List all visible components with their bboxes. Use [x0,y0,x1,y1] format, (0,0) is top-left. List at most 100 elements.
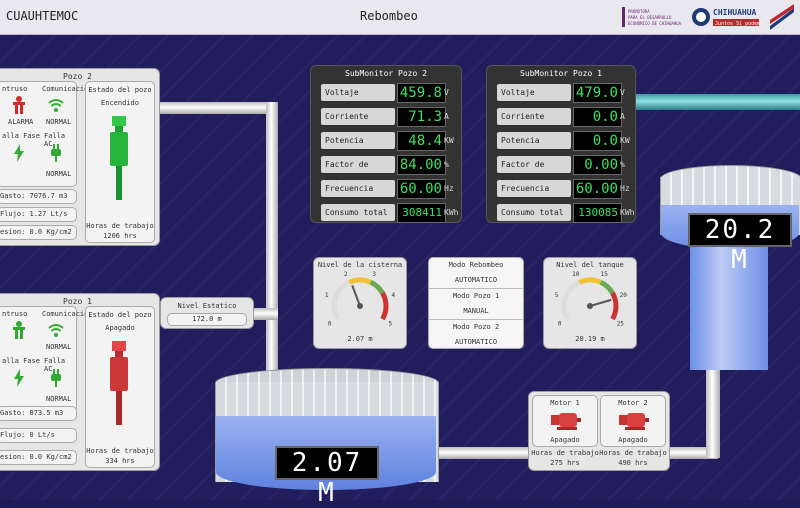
plug-icon [51,144,61,162]
submonitor-row-unit: KW [620,136,630,145]
modo-pozo1-label: Modo Pozo 1 [452,292,500,300]
gauge-tanque: Nivel del tanque 0 5 10 15 20 25 20.19 m [543,257,637,349]
lightning-icon [14,144,24,162]
submonitor-row-unit: % [620,160,625,169]
submonitor-row-value: 0.00 [573,155,622,175]
submonitor-row-unit: KW [444,136,454,145]
lightning-icon [14,369,24,387]
submonitor2-title: SubMonitor Pozo 2 [345,69,427,78]
submonitor-row-value: 130085 [573,203,622,223]
nivel-estatico-value: 172.0 m [167,313,247,326]
pozo1-horas-value: 334 hrs [105,457,135,465]
submonitor-row-label: Factor de potencia [497,156,571,186]
motor2-title: Motor 2 [618,399,648,407]
submonitor-row-label: Potencia [497,132,571,149]
submonitor-row-label: Factor de potencia [321,156,395,186]
pozo2-comunicacion-status: NORMAL [46,118,72,126]
pump-on-icon [110,116,128,200]
intruder-normal-icon [13,321,25,339]
submonitor-row-unit: KWh [444,208,459,217]
page-title: Rebombeo [360,9,418,23]
gauge-tick-label: 2 [344,271,348,278]
elevated-tank: 20.2 M [660,165,800,370]
submonitor-row-label: Potencia [321,132,395,149]
pozo2-intruso-label: ntruso [2,85,28,93]
modo-pozo2-label: Modo Pozo 2 [452,323,500,331]
motor1-box: Motor 1 Apagado [532,395,598,447]
pozo1-title: Pozo 1 [63,297,92,306]
gauge-band [331,279,351,321]
motor1-horas-value: 275 hrs [550,459,580,467]
pozo1-comunicacion-status: NORMAL [46,343,72,351]
gauge-hub [587,303,593,309]
flag-logo [770,4,794,30]
pipe-pozo2-top [150,102,278,114]
gauge-band [348,277,372,285]
pozo2-gasto: Gasto: 7076.7 m3 [0,189,77,204]
submonitor-row-value: 84.00 [397,155,446,175]
nivel-estatico-label: Nivel Estatico [177,302,237,310]
cistern-tank: 2.07 M [215,368,439,508]
modo-title: Modo Rebombeo [448,261,504,269]
gauge-needle [589,298,612,307]
pozo2-fallaac-status: NORMAL [46,170,72,178]
gauge-tick-label: 25 [617,321,625,328]
submonitor-row-unit: Hz [444,184,454,193]
submonitor-row-label: Voltaje [497,84,571,101]
gauge-band [610,291,619,321]
motor-icon [619,413,649,430]
pozo1-fallaac-status: NORMAL [46,395,72,403]
gauge-band [380,291,389,321]
submonitor-row-unit: V [620,88,625,97]
pozo2-presion: esion: 0.0 Kg/cm2 [0,225,77,240]
modo-panel: Modo Rebombeo AUTOMATICO Modo Pozo 1 MAN… [428,257,524,349]
pozo1-horas-label: Horas de trabajo [86,447,154,455]
svg-text:PARA EL DESARROLLO: PARA EL DESARROLLO [628,15,672,20]
motors-panel: Motor 1 Apagado Motor 2 Apagado Horas de… [528,391,670,471]
gauge-tick-label: 3 [372,271,376,278]
pozo1-estado-label: Estado del pozo [88,311,152,319]
submonitor-row-label: Consumo total [321,204,395,221]
submonitor-row-unit: A [444,112,449,121]
modo-value: AUTOMATICO [454,276,498,284]
pozo1-flujo: Flujo: 0 Lt/s [0,428,77,443]
pozo1-panel: Pozo 1 ntruso Comunicación NORMAL alla F… [0,293,160,471]
submonitor-pozo1: SubMonitor Pozo 1 Voltaje 479.0 V Corriente… [486,65,636,223]
pipe-vertical-main [266,102,278,407]
gauge-tick-label: 0 [558,321,562,328]
gauge-cisterna-dial: 0 1 2 3 4 5 [325,271,396,328]
gauge-tick-label: 10 [572,271,580,278]
gauge-tick-label: 4 [391,292,395,299]
submonitor-row-value: 60.00 [397,179,446,199]
gauge-tanque-value: 20.19 m [575,335,605,343]
wifi-icon [48,99,64,112]
motor2-box: Motor 2 Apagado [600,395,666,447]
divider [429,288,523,289]
gauge-cisterna-value: 2.07 m [347,335,373,343]
motor1-status: Apagado [550,436,580,444]
gauge-tick-label: 5 [555,292,559,299]
gauge-tick-label: 5 [388,321,392,328]
pozo2-alarm-box: ntruso Comunicación ALARMA NORMAL alla F… [0,81,93,187]
pozo1-gasto: Gasto: 873.5 m3 [0,406,77,421]
pipe-tank-top [630,94,800,110]
submonitor-row-label: Corriente [321,108,395,125]
gauge-tanque-dial: 0 5 10 15 20 25 [555,271,627,328]
pozo2-estado-label: Estado del pozo [88,86,152,94]
tank-column [690,245,768,370]
pozo1-intruso-label: ntruso [2,310,28,318]
city-title: CUAUHTEMOC [6,9,79,23]
submonitor-pozo2: SubMonitor Pozo 2 Voltaje 459.8 V Corriente… [310,65,462,223]
hmi-canvas: Pozo 2 ntruso Comunicación ALARMA NORMAL… [0,35,800,508]
promotora-logo: PROMOTORA PARA EL DESARROLLO ECONÓMICO D… [622,7,682,27]
pozo2-horas-label: Horas de trabajo [86,222,154,230]
submonitor-row-label: Consumo total [497,204,571,221]
pozo2-horas-value: 1206 hrs [103,232,137,240]
gauge-tick-label: 1 [325,292,329,299]
header-bar: CUAUHTEMOC Rebombeo PROMOTORA PARA EL DE… [0,0,800,35]
motor1-title: Motor 1 [550,399,580,407]
intruder-alarm-icon [13,96,25,114]
chihuahua-logo: CHIHUAHUA Juntos Sí podemos [692,8,762,27]
svg-text:CHIHUAHUA: CHIHUAHUA [713,8,757,17]
submonitor-row-value: 48.4 [397,131,446,151]
